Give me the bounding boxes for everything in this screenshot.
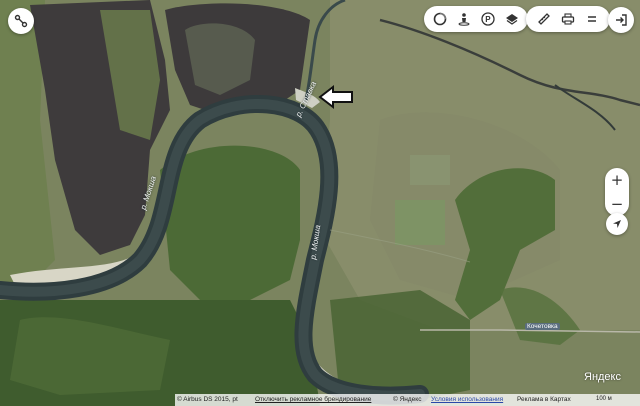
disable-ads-link[interactable]: Отключить рекламное брендирование	[255, 396, 371, 403]
layers-icon	[506, 14, 518, 25]
ruler-icon	[538, 13, 550, 25]
traffic-icon	[433, 12, 447, 26]
route-button[interactable]	[8, 8, 34, 34]
menu-icon	[588, 16, 596, 22]
road-label: Кочетовка	[525, 323, 560, 330]
panorama-button[interactable]	[452, 7, 476, 31]
print-icon	[561, 13, 575, 25]
yandex-copyright: © Яндекс	[393, 396, 422, 403]
geolocation-button[interactable]	[606, 213, 628, 235]
layers-button[interactable]	[500, 7, 524, 31]
map-layers-toolbar: P	[424, 6, 528, 32]
satellite-map[interactable]	[0, 0, 640, 406]
parking-icon: P	[481, 12, 495, 26]
yandex-logo: Яндекс	[584, 371, 621, 383]
scale-bar: 100 м	[596, 396, 612, 402]
panorama-person-icon	[458, 13, 470, 26]
map-tools-toolbar	[526, 6, 610, 32]
ads-link[interactable]: Реклама в Картах	[517, 396, 571, 403]
login-icon	[616, 14, 627, 26]
zoom-control: + −	[605, 168, 629, 216]
route-icon	[14, 14, 28, 28]
traffic-button[interactable]	[428, 7, 452, 31]
zoom-in-button[interactable]: +	[611, 172, 624, 188]
copyright-bar: © Airbus DS 2015, pt Отключить рекламное…	[175, 394, 640, 406]
menu-button[interactable]	[580, 7, 604, 31]
zoom-out-button[interactable]: −	[611, 196, 624, 212]
navigation-arrow-icon	[613, 220, 621, 228]
parking-button[interactable]: P	[476, 7, 500, 31]
ruler-button[interactable]	[532, 7, 556, 31]
svg-text:P: P	[485, 15, 491, 24]
copyright-text: © Airbus DS 2015, pt	[177, 396, 238, 403]
print-button[interactable]	[556, 7, 580, 31]
terms-link[interactable]: Условия использования	[431, 396, 503, 403]
login-button[interactable]	[608, 7, 634, 33]
